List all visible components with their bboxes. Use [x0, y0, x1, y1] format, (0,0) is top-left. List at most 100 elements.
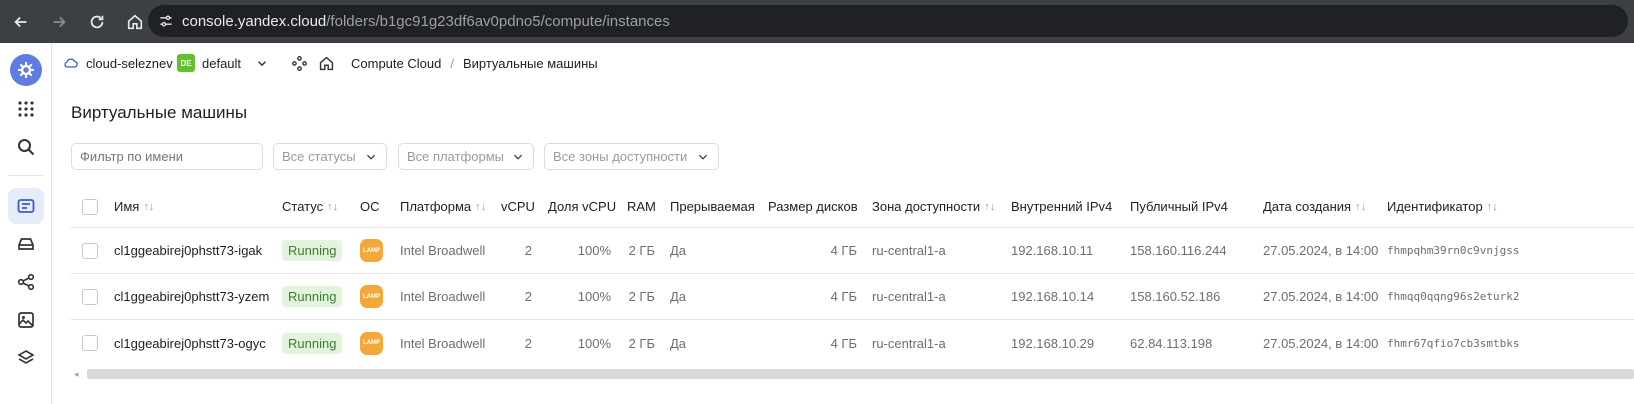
chevron-down-icon: [258, 61, 267, 67]
platform-filter-select[interactable]: Все платформы: [398, 143, 534, 170]
column-label: Внутренний IPv4: [1011, 199, 1113, 214]
sidebar-item-disks[interactable]: [8, 226, 44, 262]
arrow-left-icon: [14, 16, 27, 27]
sort-icon: ↑↓: [1355, 200, 1367, 213]
column-header-vcpu-share: Доля vCPU: [548, 186, 616, 227]
public-ip-cell: 158.160.116.244: [1130, 243, 1227, 258]
zone-cell: ru-central1-a: [872, 335, 946, 351]
column-header-vcpu: vCPU: [501, 186, 535, 227]
ram-cell: 2 ГБ: [628, 243, 655, 258]
column-header-platform[interactable]: Платформа ↑↓: [400, 186, 486, 227]
table-row[interactable]: cl1ggeabirej0phstt73-igak Running LAMP I…: [71, 228, 1634, 274]
sort-icon: ↑↓: [984, 200, 996, 213]
sidebar-item-snapshots[interactable]: [8, 340, 44, 376]
site-info-icon[interactable]: [158, 13, 174, 29]
arrow-right-icon: [53, 16, 66, 27]
disk-icon: [18, 238, 34, 250]
column-header-created[interactable]: Дата создания ↑↓: [1263, 186, 1366, 227]
instance-name[interactable]: cl1ggeabirej0phstt73-igak: [114, 228, 262, 273]
ram-cell: 2 ГБ: [628, 289, 655, 304]
cloud-settings-icon: [18, 62, 34, 78]
preemptible-cell: Да: [670, 289, 687, 304]
status-cell: Running: [282, 320, 343, 366]
public-ip-cell: 158.160.52.186: [1130, 289, 1221, 304]
folder-badge: DE: [177, 54, 195, 72]
select-all-checkbox[interactable]: [82, 198, 98, 215]
horizontal-scrollbar[interactable]: ◂: [71, 367, 1634, 381]
sidebar-item-instances[interactable]: [8, 188, 44, 224]
column-header-zone[interactable]: Зона доступности ↑↓: [872, 186, 995, 227]
column-label: Дата создания: [1263, 199, 1352, 214]
browser-toolbar: console.yandex.cloud/folders/b1gc91g23df…: [0, 0, 1634, 43]
image-icon: [18, 312, 34, 328]
platform-cell: Intel Broadwell: [400, 335, 486, 351]
column-header-status[interactable]: Статус ↑↓: [282, 186, 338, 227]
instance-name[interactable]: cl1ggeabirej0phstt73-yzem: [114, 274, 269, 319]
scroll-left-icon[interactable]: ◂: [74, 369, 79, 380]
instance-id-cell: fhmpqhm39rn0c9vnjgss: [1387, 244, 1520, 257]
back-button[interactable]: [4, 5, 38, 39]
all-services-button[interactable]: [8, 91, 44, 127]
select-all-cell: [82, 186, 98, 227]
table-row[interactable]: cl1ggeabirej0phstt73-ogyc Running LAMP I…: [71, 320, 1634, 366]
preemptible-cell: Да: [670, 243, 687, 258]
public-ip-cell: 62.84.113.198: [1130, 335, 1213, 351]
breadcrumb-service[interactable]: Compute Cloud: [351, 56, 441, 71]
row-checkbox[interactable]: [82, 335, 98, 351]
os-cell: LAMP: [360, 228, 383, 273]
scrollbar-thumb[interactable]: [87, 369, 1634, 379]
search-button[interactable]: [8, 129, 44, 165]
instance-name[interactable]: cl1ggeabirej0phstt73-ogyc: [114, 320, 266, 366]
column-label: vCPU: [501, 199, 535, 214]
breadcrumb: Compute Cloud / Виртуальные машины: [351, 56, 598, 71]
platform-cell: Intel Broadwell: [400, 243, 486, 258]
row-select-cell: [82, 228, 98, 273]
url-path: /folders/b1gc91g23df6av0pdno5/compute/in…: [326, 12, 670, 30]
sidebar-divider: [8, 175, 44, 176]
home-icon: [319, 56, 334, 70]
os-cell: LAMP: [360, 274, 383, 319]
breadcrumb-separator: /: [450, 55, 454, 71]
zone-cell: ru-central1-a: [872, 243, 946, 258]
column-label: Прерываемая: [670, 199, 755, 214]
platform-filter-value: Все платформы: [407, 149, 504, 164]
name-filter-input[interactable]: [71, 143, 263, 170]
services-map-button[interactable]: [291, 55, 308, 72]
created-cell: 27.05.2024, в 14:00: [1263, 335, 1379, 351]
folder-selector[interactable]: DE default: [177, 54, 269, 72]
preemptible-cell: Да: [670, 335, 687, 351]
column-label: Публичный IPv4: [1130, 199, 1228, 214]
home-button[interactable]: [118, 5, 152, 39]
breadcrumb-home[interactable]: [318, 55, 335, 72]
column-label: Платформа: [400, 199, 472, 214]
column-header-id[interactable]: Идентификатор ↑↓: [1387, 186, 1498, 227]
internal-ip-cell: 192.168.10.14: [1011, 289, 1095, 304]
column-header-name[interactable]: Имя ↑↓: [114, 186, 154, 227]
internal-ip-cell: 192.168.10.11: [1011, 243, 1094, 258]
chevron-down-icon: [698, 154, 708, 160]
reload-icon: [90, 15, 104, 28]
sort-icon: ↑↓: [1486, 200, 1498, 213]
cloud-icon: [64, 58, 78, 68]
instances-table: Имя ↑↓ Статус ↑↓ ОС Платформа ↑↓ vCPU Доля …: [71, 186, 1634, 366]
cloud-selector[interactable]: cloud-seleznev: [63, 55, 173, 71]
row-checkbox[interactable]: [82, 288, 98, 305]
yandex-cloud-logo[interactable]: [10, 54, 42, 86]
column-header-os: ОС: [360, 186, 380, 227]
sidebar: [0, 43, 52, 404]
sidebar-item-groups[interactable]: [8, 264, 44, 300]
reload-button[interactable]: [80, 5, 114, 39]
created-cell: 27.05.2024, в 14:00: [1263, 243, 1379, 258]
forward-button[interactable]: [42, 5, 76, 39]
server-icon: [17, 199, 35, 213]
sidebar-item-images[interactable]: [8, 302, 44, 338]
table-row[interactable]: cl1ggeabirej0phstt73-yzem Running LAMP I…: [71, 274, 1634, 320]
search-icon: [18, 139, 35, 156]
status-filter-select[interactable]: Все статусы: [273, 143, 387, 170]
zone-filter-select[interactable]: Все зоны доступности: [544, 143, 719, 170]
address-bar[interactable]: console.yandex.cloud/folders/b1gc91g23df…: [148, 5, 1628, 37]
row-checkbox[interactable]: [82, 242, 98, 259]
instance-id-cell: fhmr67qfio7cb3smtbks: [1387, 336, 1520, 350]
status-filter-value: Все статусы: [282, 149, 356, 164]
row-select-cell: [82, 274, 98, 319]
